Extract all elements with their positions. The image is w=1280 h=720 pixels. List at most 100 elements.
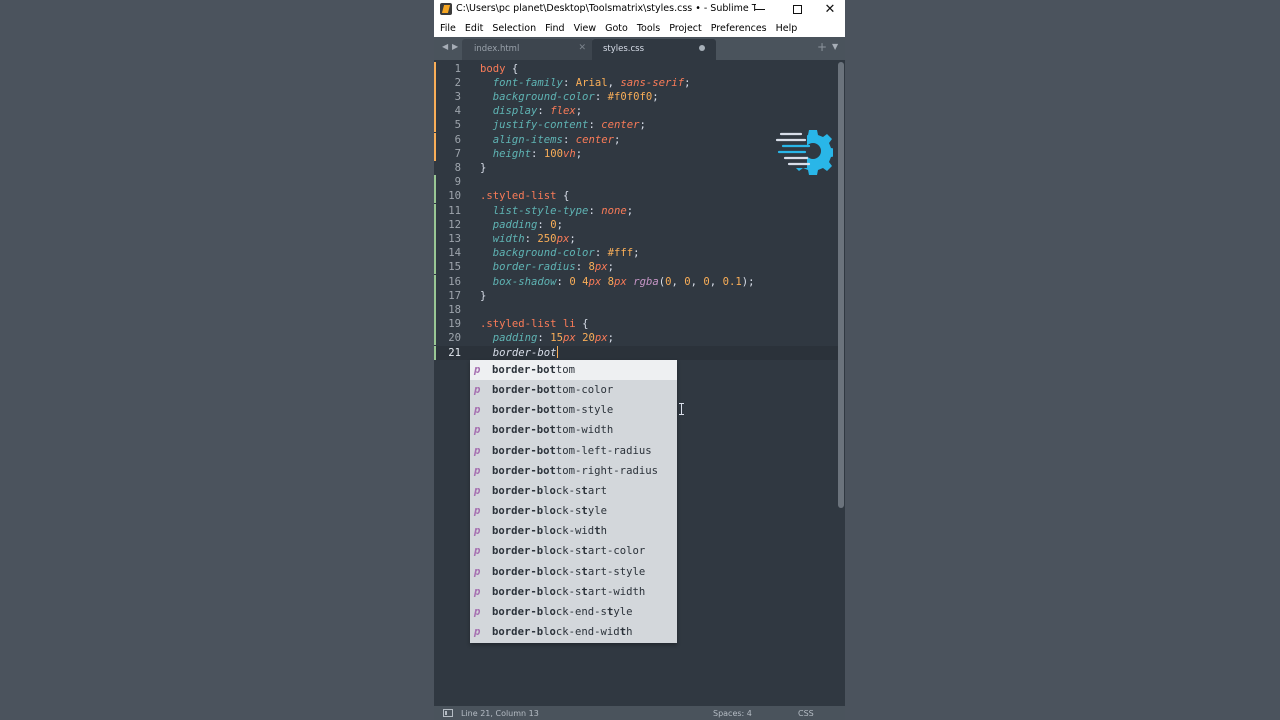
code-line: 4 display: flex;: [434, 104, 838, 119]
maximize-button[interactable]: [780, 0, 814, 19]
autocomplete-item[interactable]: p border-bottom-style: [470, 400, 677, 420]
code-editor[interactable]: 1 body { 2 font-family: Arial, sans-serif…: [434, 60, 845, 706]
menu-view[interactable]: View: [574, 23, 597, 34]
autocomplete-label: border-block-style: [492, 505, 607, 518]
property-kind-icon: p: [474, 525, 481, 538]
property-kind-icon: p: [474, 565, 481, 578]
autocomplete-item[interactable]: p border-block-start-width: [470, 582, 677, 602]
autocomplete-item[interactable]: p border-block-start-color: [470, 541, 677, 561]
minimize-button[interactable]: [743, 0, 777, 19]
line-number: 10: [448, 190, 461, 203]
unsaved-dot-icon[interactable]: [699, 45, 705, 51]
autocomplete-label: border-block-width: [492, 525, 607, 538]
code-line: 2 font-family: Arial, sans-serif;: [434, 75, 838, 90]
syntax-setting[interactable]: CSS: [798, 709, 814, 718]
autocomplete-label: border-bottom-width: [492, 424, 614, 437]
new-tab-icon[interactable]: +: [817, 40, 827, 54]
tab-close-icon[interactable]: ✕: [578, 43, 586, 53]
autocomplete-popup: p border-bottom p border-bottom-color p bor…: [470, 360, 677, 643]
menu-bar: File Edit Selection Find View Goto Tools…: [434, 19, 845, 37]
line-number: 17: [448, 289, 461, 302]
line-number: 8: [454, 161, 461, 174]
line-number: 4: [454, 105, 461, 118]
property-kind-icon: p: [474, 404, 481, 417]
close-button[interactable]: ✕: [813, 0, 845, 19]
line-number: 16: [448, 275, 461, 288]
autocomplete-label: border-block-start-width: [492, 585, 646, 598]
autocomplete-item[interactable]: p border-block-style: [470, 501, 677, 521]
autocomplete-item[interactable]: p border-block-end-width: [470, 622, 677, 642]
line-number: 5: [454, 119, 461, 132]
menu-file[interactable]: File: [440, 23, 456, 34]
code-line: 14 background-color: #fff;: [434, 246, 838, 261]
property-kind-icon: p: [474, 464, 481, 477]
menu-project[interactable]: Project: [669, 23, 702, 34]
tab-bar: ◀ ▶ index.html ✕ styles.css + ▼: [434, 37, 845, 60]
menu-preferences[interactable]: Preferences: [711, 23, 767, 34]
tab-list-icon[interactable]: ▼: [832, 42, 838, 51]
close-icon: ✕: [824, 2, 836, 17]
autocomplete-item[interactable]: p border-bottom-color: [470, 380, 677, 400]
tab-styles-css[interactable]: styles.css: [592, 39, 716, 60]
status-bar: Line 21, Column 13 Spaces: 4 CSS: [434, 706, 845, 720]
tab-prev-icon[interactable]: ◀: [442, 42, 448, 51]
active-code-line[interactable]: 21 border-bot: [434, 345, 838, 360]
indentation-setting[interactable]: Spaces: 4: [713, 709, 752, 718]
autocomplete-item[interactable]: p border-bottom-right-radius: [470, 461, 677, 481]
autocomplete-item[interactable]: p border-bottom: [470, 360, 677, 381]
autocomplete-label: border-block-start-color: [492, 545, 646, 558]
tab-label: styles.css: [603, 44, 645, 54]
autocomplete-label: border-bottom-left-radius: [492, 444, 652, 457]
property-kind-icon: p: [474, 444, 481, 457]
autocomplete-label: border-block-start-style: [492, 565, 646, 578]
autocomplete-item[interactable]: p border-bottom-width: [470, 420, 677, 440]
tab-next-icon[interactable]: ▶: [452, 42, 458, 51]
title-bar: C:\Users\pc planet\Desktop\Toolsmatrix\s…: [434, 0, 845, 19]
property-kind-icon: p: [474, 484, 481, 497]
autocomplete-item[interactable]: p border-block-width: [470, 521, 677, 541]
code-line: 1 body {: [434, 61, 838, 76]
autocomplete-item[interactable]: p border-bottom-left-radius: [470, 441, 677, 461]
gear-logo-icon: [775, 130, 833, 175]
menu-edit[interactable]: Edit: [465, 23, 483, 34]
menu-selection[interactable]: Selection: [492, 23, 536, 34]
menu-find[interactable]: Find: [545, 23, 564, 34]
menu-help[interactable]: Help: [776, 23, 798, 34]
maximize-icon: [792, 5, 802, 14]
code-line: 18: [434, 302, 838, 318]
cursor-position: Line 21, Column 13: [461, 709, 539, 718]
menu-tools[interactable]: Tools: [637, 23, 660, 34]
panel-toggle-icon[interactable]: [443, 709, 453, 717]
property-kind-icon: p: [474, 585, 481, 598]
autocomplete-item[interactable]: p border-block-start-style: [470, 562, 677, 582]
tab-index-html[interactable]: index.html ✕: [462, 39, 594, 60]
autocomplete-label: border-block-end-width: [492, 625, 633, 638]
code-line: 15 border-radius: 8px;: [434, 260, 838, 275]
property-kind-icon: p: [474, 505, 481, 518]
code-line: 9: [434, 175, 838, 190]
property-kind-icon: p: [474, 364, 481, 376]
autocomplete-item[interactable]: p border-block-end-style: [470, 602, 677, 622]
text-cursor: [556, 345, 558, 358]
line-number: 1: [454, 62, 461, 75]
line-number: 18: [448, 303, 461, 316]
autocomplete-item[interactable]: p border-block-start: [470, 481, 677, 501]
code-line: 16 box-shadow: 0 4px 8px rgba(0, 0, 0, 0…: [434, 274, 838, 289]
app-icon: [440, 3, 452, 15]
line-number: 6: [454, 133, 461, 146]
code-line: 3 background-color: #f0f0f0;: [434, 89, 838, 105]
line-number: 20: [448, 332, 461, 345]
property-kind-icon: p: [474, 384, 481, 397]
tab-label: index.html: [474, 44, 520, 54]
code-line: 20 padding: 15px 20px;: [434, 331, 838, 346]
code-line: 19 .styled-list li {: [434, 317, 838, 332]
line-number: 12: [448, 218, 461, 231]
vertical-scrollbar[interactable]: [838, 62, 844, 508]
code-line: 13 width: 250px;: [434, 231, 838, 247]
code-line: 17}: [434, 288, 838, 303]
menu-goto[interactable]: Goto: [605, 23, 628, 34]
autocomplete-label: border-bottom-style: [492, 404, 614, 417]
autocomplete-label: border-bottom: [492, 364, 576, 376]
line-number: 7: [454, 147, 461, 160]
minimize-icon: [755, 9, 765, 10]
